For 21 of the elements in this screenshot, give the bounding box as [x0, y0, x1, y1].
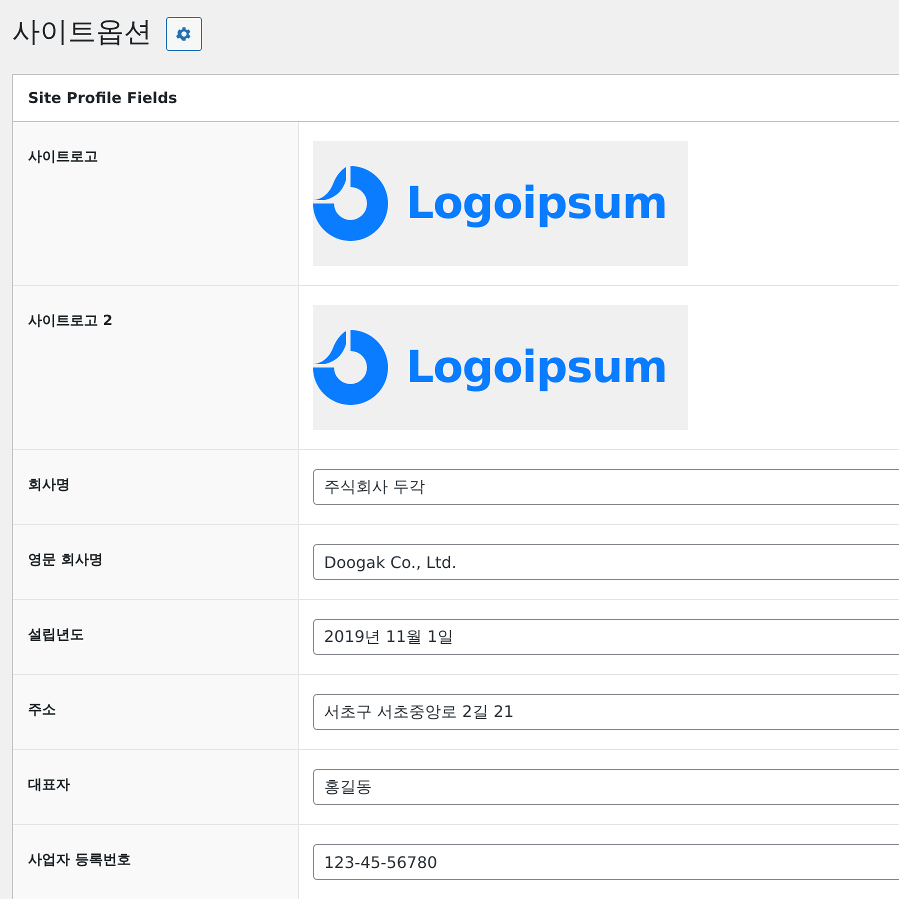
field-label: 설립년도 [28, 627, 84, 643]
logo-mark-icon [313, 330, 388, 405]
settings-button[interactable] [166, 17, 202, 51]
input-field[interactable]: 서초구 서초중앙로 2길 21 [313, 694, 899, 730]
page-title: 사이트옵션 [12, 14, 152, 50]
field-label: 사이트로고 [28, 149, 98, 165]
input-field[interactable]: 123-45-56780 [313, 844, 899, 880]
field-label: 회사명 [28, 477, 70, 493]
field-label: 사업자 등록번호 [28, 852, 131, 868]
field-label: 영문 회사명 [28, 552, 103, 568]
field-label: 주소 [28, 702, 56, 718]
settings-icon [175, 25, 193, 43]
input-field[interactable]: Doogak Co., Ltd. [313, 544, 899, 580]
logo-text: Logoipsum [406, 178, 667, 229]
logo-text: Logoipsum [406, 342, 667, 393]
field-label: 대표자 [28, 777, 70, 793]
logo-mark-icon [313, 166, 388, 241]
field-label: 사이트로고 2 [28, 313, 113, 329]
input-field[interactable]: 홍길동 [313, 769, 899, 805]
input-field[interactable]: 2019년 11월 1일 [313, 619, 899, 655]
input-field[interactable]: 주식회사 두각 [313, 469, 899, 505]
